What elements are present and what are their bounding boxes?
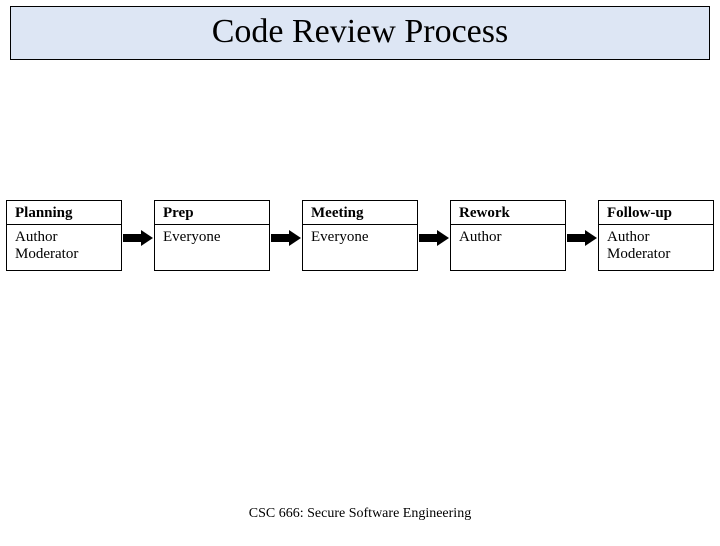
stage-title: Planning <box>7 201 121 225</box>
arrow-icon <box>270 200 302 271</box>
participant: Author <box>459 229 559 246</box>
process-flow-row: Planning Author Moderator Prep Everyone … <box>0 200 720 271</box>
participant: Everyone <box>163 229 263 246</box>
participant: Moderator <box>607 246 707 263</box>
participant: Author <box>607 229 707 246</box>
arrow-icon <box>418 200 450 271</box>
arrow-icon <box>122 200 154 271</box>
stage-meeting: Meeting Everyone <box>302 200 418 271</box>
slide-footer: CSC 666: Secure Software Engineering <box>0 506 720 522</box>
stage-participants: Author <box>451 225 565 269</box>
participant: Author <box>15 229 115 246</box>
stage-title: Follow-up <box>599 201 713 225</box>
stage-planning: Planning Author Moderator <box>6 200 122 271</box>
participant: Moderator <box>15 246 115 263</box>
stage-participants: Everyone <box>303 225 417 269</box>
stage-follow-up: Follow-up Author Moderator <box>598 200 714 271</box>
stage-rework: Rework Author <box>450 200 566 271</box>
stage-participants: Author Moderator <box>7 225 121 270</box>
stage-prep: Prep Everyone <box>154 200 270 271</box>
stage-participants: Everyone <box>155 225 269 269</box>
arrow-icon <box>566 200 598 271</box>
slide-title: Code Review Process <box>10 6 710 60</box>
participant: Everyone <box>311 229 411 246</box>
stage-title: Rework <box>451 201 565 225</box>
stage-title: Prep <box>155 201 269 225</box>
stage-title: Meeting <box>303 201 417 225</box>
process-flow: Planning Author Moderator Prep Everyone … <box>0 200 720 271</box>
stage-participants: Author Moderator <box>599 225 713 270</box>
